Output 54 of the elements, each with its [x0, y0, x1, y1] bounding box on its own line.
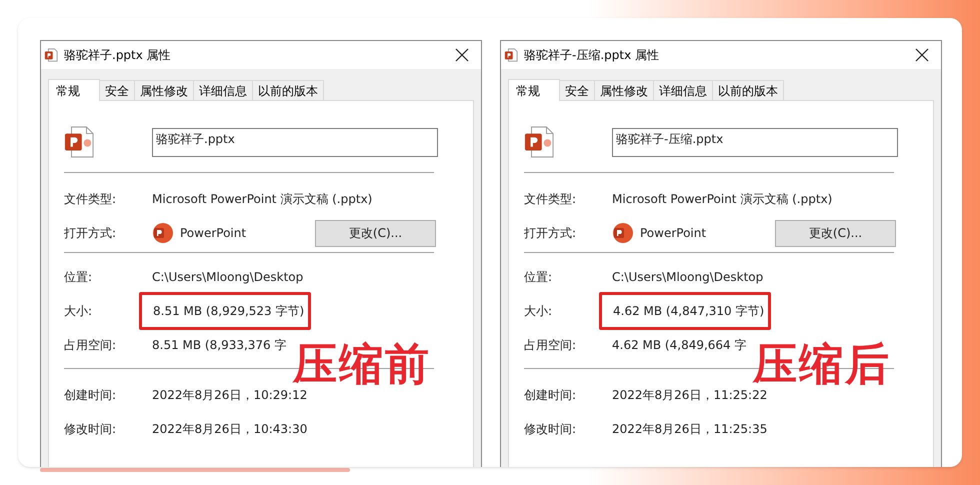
field-label: 文件类型:	[524, 191, 578, 208]
field-value: 4.62 MB (4,849,664 字	[612, 337, 747, 354]
field-label: 占用空间:	[64, 337, 118, 354]
powerpoint-file-icon	[44, 48, 58, 62]
change-button[interactable]: 更改(C)...	[775, 220, 896, 246]
field-label: 文件类型:	[64, 191, 118, 208]
field-value: 4.62 MB (4,847,310 字节)	[599, 292, 771, 330]
close-button[interactable]	[455, 48, 469, 62]
powerpoint-app-icon	[152, 222, 174, 244]
powerpoint-file-icon	[504, 48, 518, 62]
window-title: 骆驼祥子-压缩.pptx 属性	[524, 47, 659, 64]
powerpoint-app-icon	[612, 222, 634, 244]
powerpoint-file-icon	[524, 126, 554, 158]
tab[interactable]: 属性修改	[135, 80, 194, 100]
tab[interactable]: 常规	[48, 79, 100, 101]
field-value: Microsoft PowerPoint 演示文稿 (.pptx)	[612, 191, 832, 208]
tab[interactable]: 以前的版本	[253, 80, 324, 100]
field-value: 2022年8月26日，10:43:30	[152, 421, 308, 438]
field-label: 创建时间:	[64, 387, 118, 404]
field-label: 位置:	[64, 269, 94, 286]
field-label: 占用空间:	[524, 337, 578, 354]
tab[interactable]: 属性修改	[595, 80, 654, 100]
tab[interactable]: 常规	[508, 79, 560, 101]
tab[interactable]: 安全	[560, 80, 595, 100]
close-button[interactable]	[915, 48, 929, 62]
field-value: C:\Users\Mloong\Desktop	[612, 269, 764, 286]
field-label: 大小:	[524, 303, 554, 320]
change-button[interactable]: 更改(C)...	[315, 220, 436, 246]
file-name-field[interactable]: 骆驼祥子-压缩.pptx	[612, 128, 898, 156]
field-label: 创建时间:	[524, 387, 578, 404]
field-label: 位置:	[524, 269, 554, 286]
file-name-field[interactable]: 骆驼祥子.pptx	[152, 128, 438, 156]
field-label: 打开方式:	[524, 225, 578, 242]
field-value: Microsoft PowerPoint 演示文稿 (.pptx)	[152, 191, 372, 208]
field-value: 2022年8月26日，11:25:22	[612, 387, 768, 404]
powerpoint-file-icon	[64, 126, 94, 158]
field-label: 修改时间:	[524, 421, 578, 438]
field-value: 2022年8月26日，11:25:35	[612, 421, 768, 438]
overlay-caption: 压缩前	[293, 343, 431, 387]
field-value: C:\Users\Mloong\Desktop	[152, 269, 304, 286]
tab[interactable]: 详细信息	[194, 80, 253, 100]
tab[interactable]: 安全	[100, 80, 135, 100]
field-label: 修改时间:	[64, 421, 118, 438]
app-name: PowerPoint	[640, 225, 706, 242]
field-value: 8.51 MB (8,929,523 字节)	[139, 292, 311, 330]
window-title: 骆驼祥子.pptx 属性	[64, 47, 171, 64]
app-name: PowerPoint	[180, 225, 246, 242]
field-label: 打开方式:	[64, 225, 118, 242]
field-value: 8.51 MB (8,933,376 字	[152, 337, 287, 354]
tab[interactable]: 以前的版本	[713, 80, 784, 100]
field-value: 2022年8月26日，10:29:12	[152, 387, 308, 404]
overlay-caption: 压缩后	[753, 343, 891, 387]
tab[interactable]: 详细信息	[654, 80, 713, 100]
field-label: 大小:	[64, 303, 94, 320]
